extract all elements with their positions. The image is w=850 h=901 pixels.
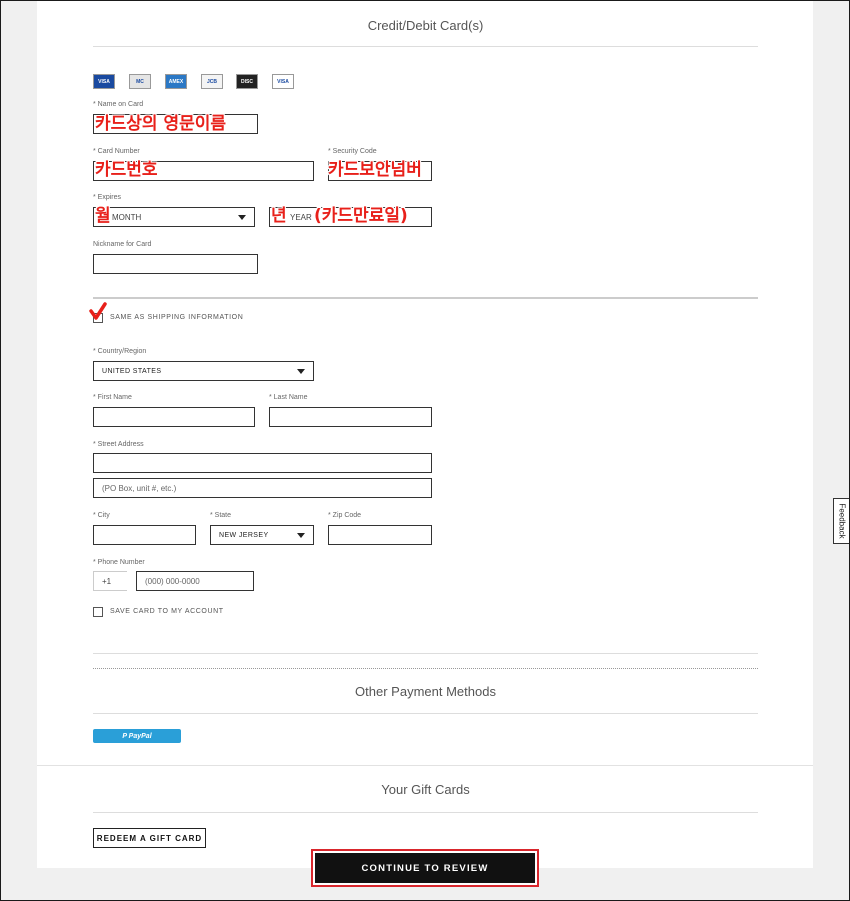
expires-month-select[interactable]: MONTH bbox=[93, 207, 255, 227]
nickname-input[interactable] bbox=[93, 254, 258, 274]
name-on-card-annotation: 카드상의 영문이름 bbox=[95, 114, 227, 134]
last-name-label: * Last Name bbox=[269, 394, 308, 401]
phone-number-placeholder: (000) 000-0000 bbox=[145, 576, 200, 586]
security-code-annotation: 카드보안넘버 bbox=[328, 160, 422, 180]
gift-cards-divider bbox=[93, 812, 758, 813]
continue-to-review-button[interactable]: CONTINUE TO REVIEW bbox=[311, 849, 539, 887]
amex-card-icon: AMEX bbox=[165, 74, 187, 89]
expiry-note-annotation: (카드만료일) bbox=[314, 206, 408, 226]
expires-month-annotation: 월 bbox=[95, 206, 111, 226]
same-as-shipping-label: SAME AS SHIPPING INFORMATION bbox=[110, 314, 244, 321]
other-payment-divider bbox=[93, 713, 758, 714]
zip-code-label: * Zip Code bbox=[328, 512, 362, 519]
gift-card-section-divider bbox=[37, 765, 813, 766]
country-label: * Country/Region bbox=[93, 348, 147, 355]
expires-label: * Expires bbox=[93, 194, 122, 201]
street-address-2-placeholder: (PO Box, unit #, etc.) bbox=[102, 483, 177, 493]
card-number-label: * Card Number bbox=[93, 148, 140, 155]
card-number-annotation: 카드번호 bbox=[95, 160, 158, 180]
redeem-gift-card-button[interactable]: REDEEM A GIFT CARD bbox=[93, 828, 206, 848]
save-card-checkbox[interactable] bbox=[93, 607, 103, 617]
state-label: * State bbox=[210, 512, 232, 519]
chevron-down-icon bbox=[297, 369, 305, 374]
discover-card-icon: DISC bbox=[236, 74, 258, 89]
country-select[interactable]: UNITED STATES bbox=[93, 361, 314, 381]
mastercard-card-icon: MC bbox=[129, 74, 151, 89]
feedback-tab[interactable]: Feedback bbox=[833, 498, 850, 544]
expires-year-value: YEAR bbox=[290, 212, 312, 222]
security-code-label: * Security Code bbox=[328, 148, 377, 155]
street-address-2-input[interactable]: (PO Box, unit #, etc.) bbox=[93, 478, 432, 498]
chevron-down-icon bbox=[297, 533, 305, 538]
phone-number-label: * Phone Number bbox=[93, 559, 145, 566]
checkout-panel: Credit/Debit Card(s) VISA MC AMEX JCB DISC VI… bbox=[37, 0, 813, 868]
phone-country-code[interactable]: +1 bbox=[93, 571, 127, 591]
street-address-label: * Street Address bbox=[93, 441, 144, 448]
feedback-label: Feedback bbox=[837, 503, 847, 539]
card-section-title: Credit/Debit Card(s) bbox=[367, 18, 484, 33]
gift-cards-title: Your Gift Cards bbox=[381, 782, 470, 797]
jcb-card-icon: JCB bbox=[201, 74, 223, 89]
name-on-card-label: * Name on Card bbox=[93, 101, 144, 108]
card-section-divider bbox=[93, 46, 758, 47]
state-select[interactable]: NEW JERSEY bbox=[210, 525, 314, 545]
chevron-down-icon bbox=[238, 215, 246, 220]
nickname-label: Nickname for Card bbox=[93, 241, 152, 248]
expires-year-annotation: 년 bbox=[271, 206, 287, 226]
visa-debit-card-icon: VISA bbox=[272, 74, 294, 89]
expires-month-value: MONTH bbox=[112, 212, 142, 222]
first-name-label: * First Name bbox=[93, 394, 132, 401]
other-methods-divider-dotted bbox=[93, 668, 758, 669]
save-card-label: SAVE CARD TO MY ACCOUNT bbox=[110, 608, 224, 615]
phone-number-input[interactable]: (000) 000-0000 bbox=[136, 571, 254, 591]
visa-card-icon: VISA bbox=[93, 74, 115, 89]
last-name-input[interactable] bbox=[269, 407, 432, 427]
first-name-input[interactable] bbox=[93, 407, 255, 427]
city-label: * City bbox=[93, 512, 110, 519]
state-value: NEW JERSEY bbox=[219, 531, 269, 539]
red-check-mark-icon bbox=[89, 302, 107, 320]
paypal-button[interactable]: P PayPal bbox=[93, 729, 181, 743]
zip-code-input[interactable] bbox=[328, 525, 432, 545]
other-payment-title: Other Payment Methods bbox=[355, 684, 496, 699]
street-address-input[interactable] bbox=[93, 453, 432, 473]
city-input[interactable] bbox=[93, 525, 196, 545]
other-methods-divider-top bbox=[93, 653, 758, 654]
country-value: UNITED STATES bbox=[102, 367, 162, 375]
billing-divider bbox=[93, 297, 758, 299]
